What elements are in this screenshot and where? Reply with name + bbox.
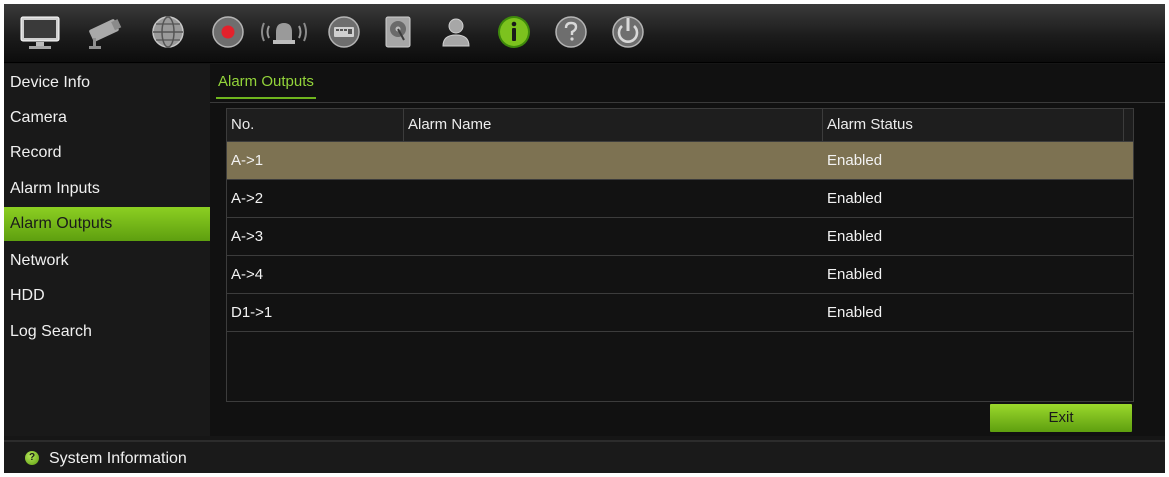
camera-icon[interactable]	[82, 8, 130, 56]
tab-alarm-outputs[interactable]: Alarm Outputs	[216, 71, 316, 99]
table-row[interactable]: A->2 Enabled	[227, 180, 1133, 218]
cell-no: D1->1	[231, 304, 273, 321]
device-icon[interactable]	[320, 8, 368, 56]
cell-alarm-status: Enabled	[827, 152, 883, 169]
settings-sidebar: Device Info Camera Record Alarm Inputs A…	[4, 64, 210, 436]
cell-alarm-status: Enabled	[827, 304, 883, 321]
cell-no: A->2	[231, 190, 264, 207]
cell-alarm-name	[404, 180, 822, 217]
sidebar-item-network[interactable]: Network	[4, 244, 210, 278]
column-header-no[interactable]: No.	[227, 109, 403, 141]
alarm-outputs-table: No. Alarm Name Alarm Status A->1 Enabled…	[226, 108, 1134, 402]
cell-alarm-status: Enabled	[827, 266, 883, 283]
sidebar-item-record[interactable]: Record	[4, 136, 210, 170]
alarm-icon[interactable]	[260, 8, 308, 56]
information-icon[interactable]	[490, 8, 538, 56]
exit-button[interactable]: Exit	[990, 404, 1132, 432]
sidebar-item-alarm-outputs[interactable]: Alarm Outputs	[4, 207, 210, 241]
record-icon[interactable]	[204, 8, 252, 56]
sidebar-item-hdd[interactable]: HDD	[4, 279, 210, 313]
status-text: System Information	[49, 450, 187, 467]
sidebar-item-alarm-inputs[interactable]: Alarm Inputs	[4, 172, 210, 206]
main-toolbar	[4, 4, 1165, 63]
cell-alarm-name	[404, 218, 822, 255]
column-header-alarm-status[interactable]: Alarm Status	[823, 109, 1123, 141]
main-panel: Alarm Outputs No. Alarm Name Alarm Statu…	[210, 64, 1165, 436]
network-globe-icon[interactable]	[144, 8, 192, 56]
cell-alarm-name	[404, 142, 822, 179]
user-icon[interactable]	[432, 8, 480, 56]
sidebar-item-device-info[interactable]: Device Info	[4, 66, 210, 100]
status-bar: ? System Information	[4, 440, 1165, 473]
table-row[interactable]: A->1 Enabled	[227, 142, 1133, 180]
sidebar-item-camera[interactable]: Camera	[4, 101, 210, 135]
table-header: No. Alarm Name Alarm Status	[227, 109, 1133, 142]
cell-alarm-status: Enabled	[827, 228, 883, 245]
table-row[interactable]: A->4 Enabled	[227, 256, 1133, 294]
sidebar-item-log-search[interactable]: Log Search	[4, 315, 210, 349]
help-question-icon: ?	[25, 451, 39, 465]
tab-bar: Alarm Outputs	[210, 64, 1165, 103]
table-row[interactable]: A->3 Enabled	[227, 218, 1133, 256]
help-icon[interactable]	[547, 8, 595, 56]
cell-no: A->4	[231, 266, 264, 283]
cell-alarm-status: Enabled	[827, 190, 883, 207]
column-divider[interactable]	[1123, 109, 1124, 141]
power-icon[interactable]	[604, 8, 652, 56]
cell-no: A->3	[231, 228, 264, 245]
live-view-monitor-icon[interactable]	[16, 8, 64, 56]
cell-alarm-name	[404, 256, 822, 293]
cell-alarm-name	[404, 294, 822, 331]
column-header-alarm-name[interactable]: Alarm Name	[404, 109, 822, 141]
cell-no: A->1	[231, 152, 264, 169]
table-row[interactable]: D1->1 Enabled	[227, 294, 1133, 332]
hdd-icon[interactable]	[374, 8, 422, 56]
app-window: Device Info Camera Record Alarm Inputs A…	[4, 4, 1165, 473]
